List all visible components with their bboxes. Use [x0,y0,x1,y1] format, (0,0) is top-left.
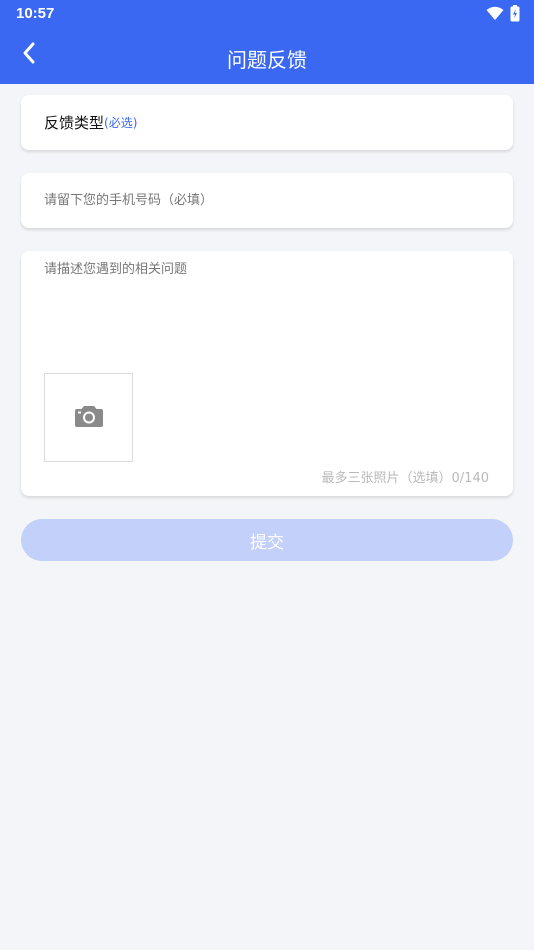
status-time: 10:57 [16,5,55,22]
wifi-icon [486,6,504,25]
feedback-type-required-note: (必选) [104,116,138,130]
phone-card [21,173,513,228]
feedback-type-label: 反馈类型 [44,114,105,132]
status-icons [486,5,520,26]
app-header: 10:57 问题反馈 [0,0,534,84]
page-title: 问题反馈 [227,48,307,72]
camera-icon [74,404,104,432]
phone-input[interactable] [44,173,494,228]
submit-button[interactable]: 提交 [21,519,513,561]
feedback-type-selector[interactable]: 反馈类型 (必选) [21,95,513,150]
description-input[interactable] [44,260,494,360]
photo-and-char-count-hint: 最多三张照片（选填）0/140 [321,471,489,486]
description-card: 最多三张照片（选填）0/140 [21,251,513,496]
add-photo-button[interactable] [44,373,133,462]
battery-icon [510,5,520,26]
